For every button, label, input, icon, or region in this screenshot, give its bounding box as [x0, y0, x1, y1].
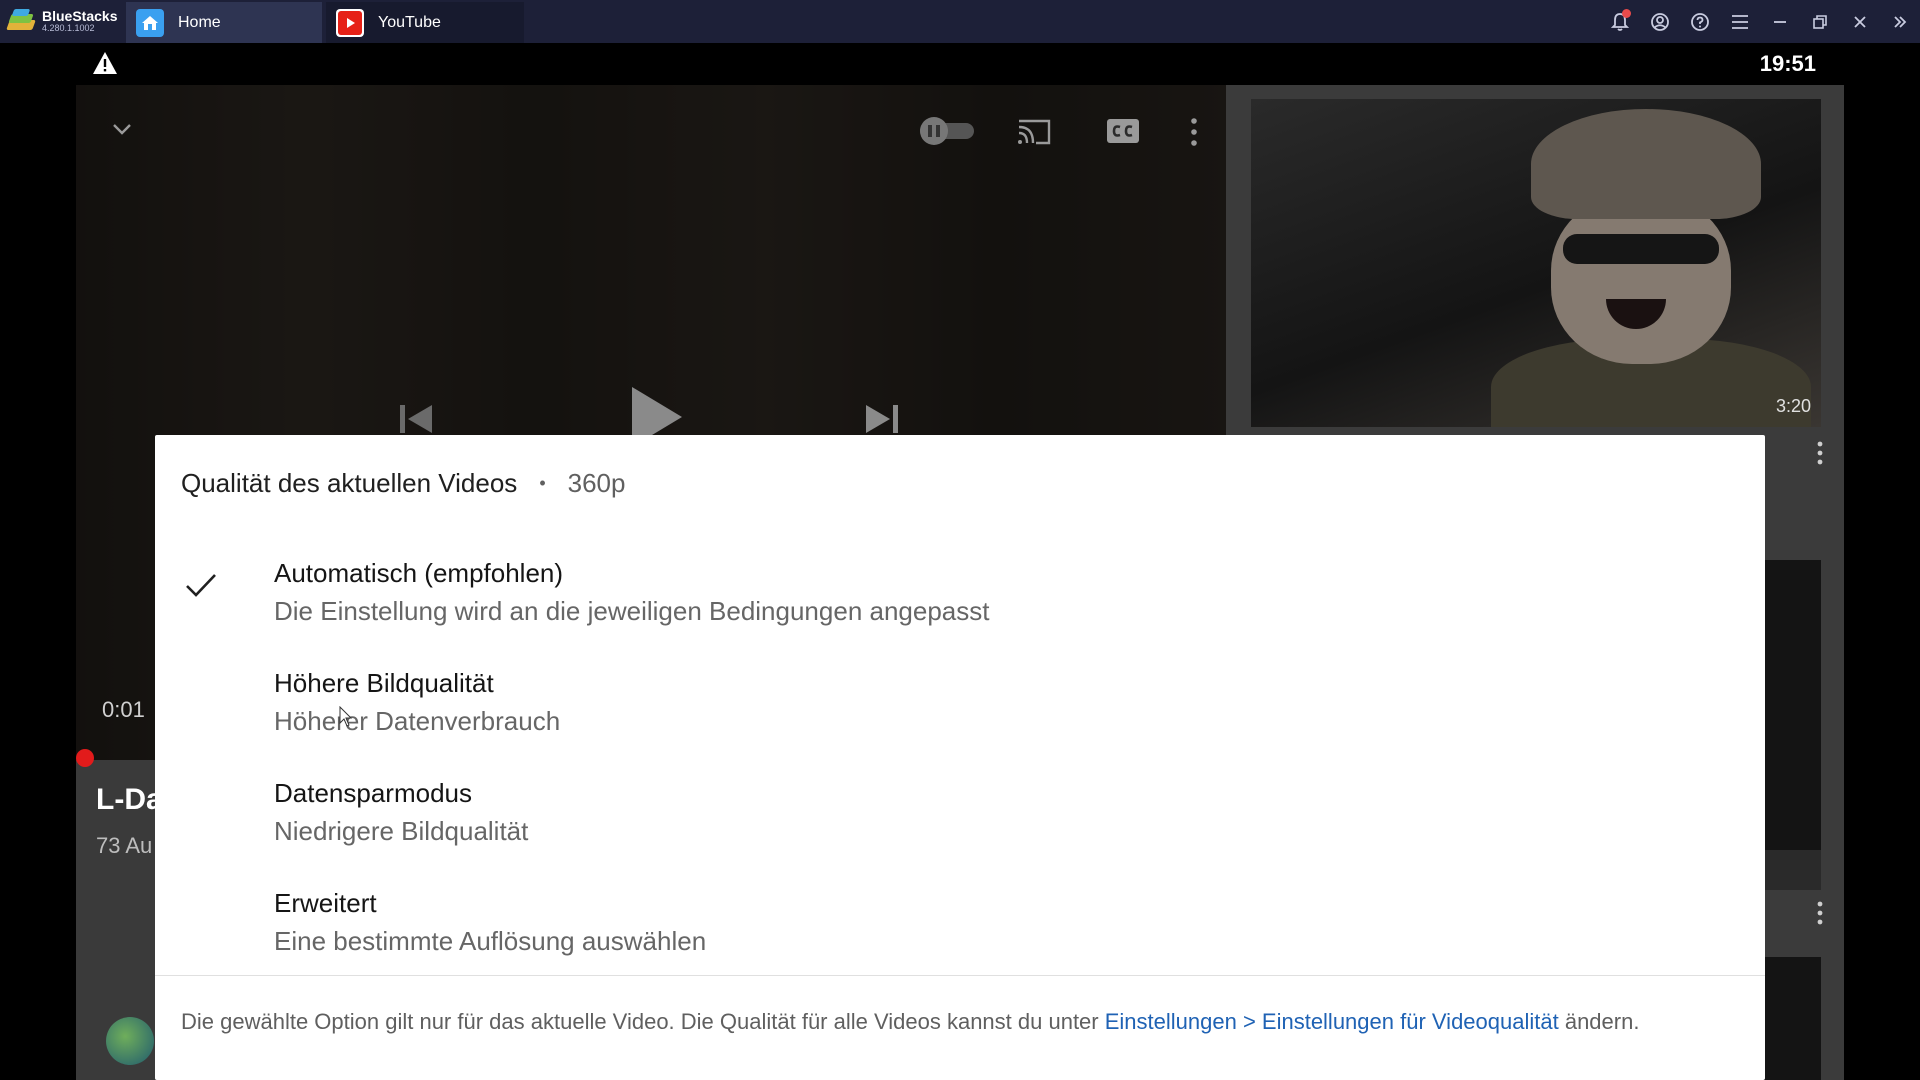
bell-icon[interactable]	[1600, 0, 1640, 43]
checkmark-icon	[183, 568, 219, 609]
close-icon[interactable]	[1840, 0, 1880, 43]
android-status-bar: 19:51	[76, 43, 1844, 85]
option-description: Höherer Datenverbrauch	[274, 706, 561, 736]
app-version: 4.280.1.1002	[42, 22, 95, 33]
bluestacks-logo[interactable]: BlueStacks 4.280.1.1002	[6, 6, 117, 36]
option-title: Höhere Bildqualität	[274, 668, 494, 698]
youtube-icon	[336, 8, 364, 37]
option-description: Eine bestimmte Auflösung auswählen	[274, 926, 707, 956]
current-time: 0:01	[102, 697, 145, 722]
app-name: BlueStacks	[42, 7, 118, 24]
thumbnail-duration: 3:20	[1775, 396, 1811, 416]
warning-icon	[92, 51, 118, 80]
quality-option-auto[interactable]: Automatisch (empfohlen) Die Einstellung …	[155, 540, 1765, 650]
current-quality: 360p	[567, 468, 626, 498]
account-icon[interactable]	[1640, 0, 1680, 43]
captions-icon[interactable]	[1106, 117, 1140, 150]
autoplay-toggle-icon[interactable]	[916, 115, 978, 152]
tab-home-label: Home	[178, 13, 221, 31]
quality-option-higher[interactable]: Höhere Bildqualität Höherer Datenverbrau…	[155, 650, 1765, 760]
option-title: Datensparmodus	[274, 778, 472, 808]
quality-bottom-sheet: Qualität des aktuellen Videos • 360p Aut…	[155, 435, 1765, 1080]
minimize-icon[interactable]	[1760, 0, 1800, 43]
progress-scrubber[interactable]	[76, 749, 94, 767]
related-more-icon-2[interactable]	[1816, 901, 1824, 931]
sheet-divider	[155, 975, 1765, 976]
tab-home[interactable]: Home	[126, 2, 322, 43]
footer-text: Die gewählte Option gilt nur für das akt…	[181, 1009, 1105, 1034]
related-more-icon[interactable]	[1816, 441, 1824, 471]
home-icon	[136, 8, 164, 37]
status-clock: 19:51	[1759, 51, 1816, 76]
sheet-header: Qualität des aktuellen Videos • 360p	[181, 468, 625, 499]
collapse-chevron-icon[interactable]	[110, 121, 134, 142]
bluestacks-logo-icon	[6, 6, 36, 36]
quality-option-data-saver[interactable]: Datensparmodus Niedrigere Bildqualität	[155, 760, 1765, 870]
option-title: Erweitert	[274, 888, 377, 918]
sidebar-toggle-icon[interactable]	[1880, 0, 1920, 43]
tab-youtube-label: YouTube	[378, 13, 441, 31]
sheet-footer: Die gewählte Option gilt nur für das akt…	[181, 1009, 1639, 1035]
option-title: Automatisch (empfohlen)	[274, 558, 564, 588]
related-video-thumbnail[interactable]: 3:20	[1251, 99, 1821, 427]
menu-icon[interactable]	[1720, 0, 1760, 43]
mouse-cursor-icon	[339, 705, 353, 733]
bluestacks-titlebar: BlueStacks 4.280.1.1002 Home YouTube	[0, 0, 1920, 43]
restore-icon[interactable]	[1800, 0, 1840, 43]
video-subtitle: 73 Au	[96, 833, 153, 858]
cast-icon[interactable]	[1016, 115, 1052, 152]
video-title: L-Da	[96, 783, 163, 816]
sheet-title: Qualität des aktuellen Videos	[181, 468, 518, 498]
header-separator: •	[539, 473, 546, 493]
more-options-icon[interactable]	[1189, 117, 1199, 152]
option-description: Niedrigere Bildqualität	[274, 816, 529, 846]
notification-badge	[1622, 9, 1631, 18]
footer-suffix: ändern.	[1558, 1009, 1640, 1034]
video-quality-settings-link[interactable]: Einstellungen > Einstellungen für Videoq…	[1105, 1009, 1559, 1034]
tab-youtube[interactable]: YouTube	[326, 2, 524, 43]
channel-avatar[interactable]	[106, 1017, 154, 1065]
quality-option-advanced[interactable]: Erweitert Eine bestimmte Auflösung auswä…	[155, 870, 1765, 980]
help-icon[interactable]	[1680, 0, 1720, 43]
option-description: Die Einstellung wird an die jeweiligen B…	[274, 596, 990, 626]
